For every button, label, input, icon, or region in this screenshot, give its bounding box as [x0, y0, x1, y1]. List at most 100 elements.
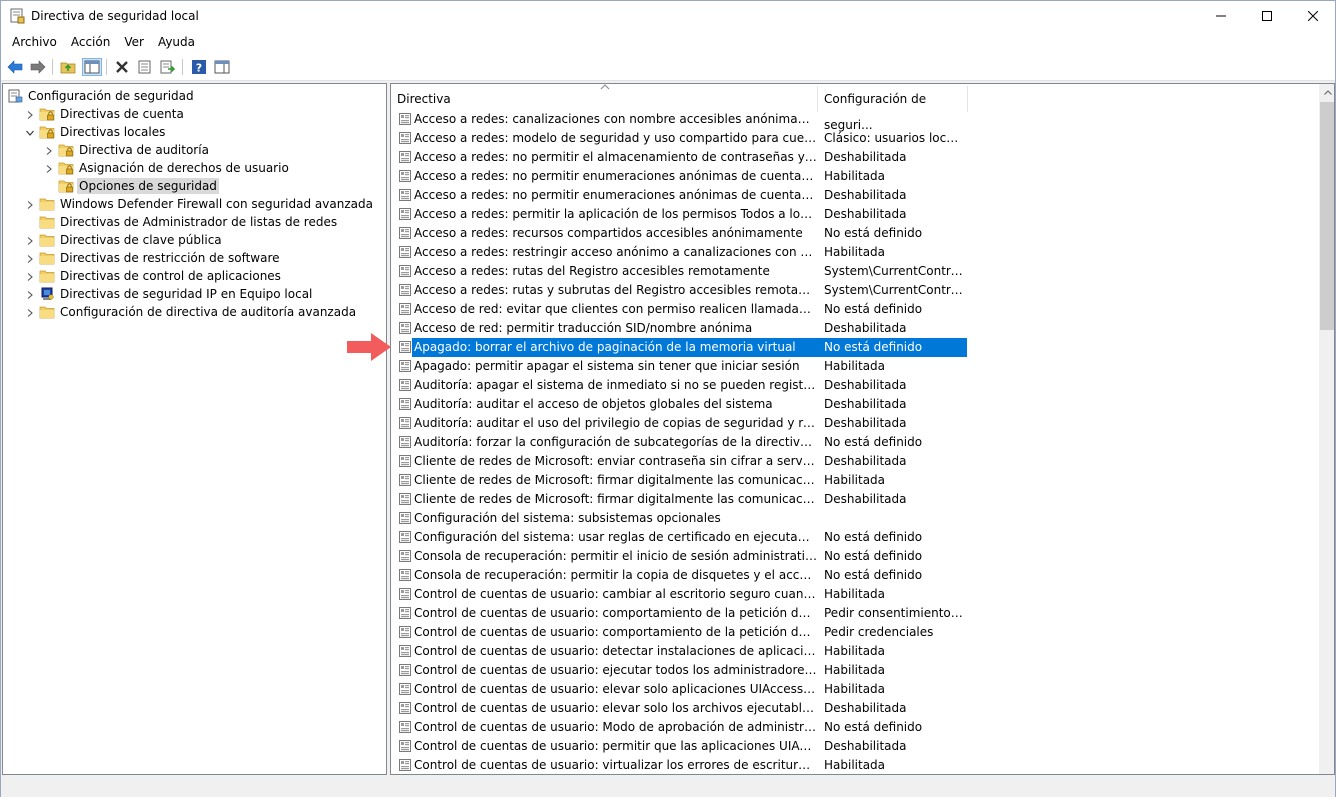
delete-button[interactable]: [112, 58, 132, 76]
policy-name: Acceso a redes: recursos compartidos acc…: [414, 226, 803, 240]
column-header-configuracion[interactable]: Configuración de seguri...: [818, 86, 968, 132]
table-row-selected[interactable]: Apagado: borrar el archivo de paginación…: [391, 338, 1319, 357]
table-row[interactable]: Control de cuentas de usuario: elevar so…: [391, 699, 1319, 718]
table-row[interactable]: Control de cuentas de usuario: permitir …: [391, 737, 1319, 756]
table-row[interactable]: Control de cuentas de usuario: virtualiz…: [391, 756, 1319, 774]
help-button[interactable]: ?: [189, 58, 209, 76]
policy-setting: Deshabilitada: [824, 701, 907, 715]
tree-node[interactable]: Directivas de Administrador de listas de…: [25, 213, 339, 231]
chevron-right-icon[interactable]: [44, 145, 54, 155]
properties-button[interactable]: [135, 58, 155, 76]
scroll-up-button[interactable]: [1319, 84, 1334, 101]
tree-node[interactable]: Configuración de seguridad: [7, 87, 196, 105]
column-header-directiva[interactable]: Directiva: [391, 86, 818, 112]
table-row[interactable]: Control de cuentas de usuario: comportam…: [391, 604, 1319, 623]
tree-node[interactable]: Directivas de seguridad IP en Equipo loc…: [25, 285, 314, 303]
tree-node-label: Configuración de directiva de auditoría …: [60, 305, 357, 319]
chevron-right-icon[interactable]: [25, 307, 35, 317]
table-row[interactable]: Acceso de red: evitar que clientes con p…: [391, 300, 1319, 319]
table-row[interactable]: Control de cuentas de usuario: elevar so…: [391, 680, 1319, 699]
chevron-right-icon[interactable]: [25, 289, 35, 299]
maximize-button[interactable]: [1244, 1, 1290, 31]
table-row[interactable]: Acceso a redes: modelo de seguridad y us…: [391, 129, 1319, 148]
forward-button[interactable]: [28, 58, 48, 76]
menu-accion[interactable]: Acción: [64, 31, 117, 54]
action-pane-button[interactable]: [212, 58, 232, 76]
table-row[interactable]: Auditoría: forzar la configuración de su…: [391, 433, 1319, 452]
table-row[interactable]: Auditoría: auditar el acceso de objetos …: [391, 395, 1319, 414]
chevron-right-icon[interactable]: [44, 163, 54, 173]
policy-icon: [398, 454, 412, 468]
show-hide-tree-button[interactable]: [82, 58, 102, 76]
table-row[interactable]: Control de cuentas de usuario: comportam…: [391, 623, 1319, 642]
policy-setting: No está definido: [824, 226, 923, 240]
back-button[interactable]: [5, 58, 25, 76]
table-row[interactable]: Cliente de redes de Microsoft: firmar di…: [391, 490, 1319, 509]
policy-name: Configuración del sistema: subsistemas o…: [414, 511, 721, 525]
minimize-button[interactable]: [1198, 1, 1244, 31]
policy-name: Acceso a redes: restringir acceso anónim…: [414, 245, 817, 259]
tree-node[interactable]: Opciones de seguridad: [44, 177, 219, 195]
table-row[interactable]: Acceso de red: permitir traducción SID/n…: [391, 319, 1319, 338]
table-row[interactable]: Acceso a redes: permitir la aplicación d…: [391, 205, 1319, 224]
table-row[interactable]: Auditoría: auditar el uso del privilegio…: [391, 414, 1319, 433]
policy-icon: [398, 207, 412, 221]
table-row[interactable]: Acceso a redes: recursos compartidos acc…: [391, 224, 1319, 243]
table-row[interactable]: Acceso a redes: rutas del Registro acces…: [391, 262, 1319, 281]
policy-icon: [398, 701, 412, 715]
table-row[interactable]: Control de cuentas de usuario: cambiar a…: [391, 585, 1319, 604]
menu-archivo[interactable]: Archivo: [5, 31, 64, 54]
export-list-button[interactable]: [158, 58, 178, 76]
ip-security-icon: [39, 287, 55, 301]
policy-icon: [398, 131, 412, 145]
tree-node[interactable]: Directivas locales: [25, 123, 167, 141]
tree-node[interactable]: Directiva de auditoría: [44, 141, 211, 159]
policy-setting: No está definido: [824, 568, 923, 582]
tree-node[interactable]: Windows Defender Firewall con seguridad …: [25, 195, 375, 213]
locked-folder-icon: [58, 179, 74, 193]
table-row[interactable]: Apagado: permitir apagar el sistema sin …: [391, 357, 1319, 376]
table-row[interactable]: Acceso a redes: no permitir enumeracione…: [391, 167, 1319, 186]
table-row[interactable]: Acceso a redes: restringir acceso anónim…: [391, 243, 1319, 262]
table-row[interactable]: Consola de recuperación: permitir la cop…: [391, 566, 1319, 585]
table-row[interactable]: Auditoría: apagar el sistema de inmediat…: [391, 376, 1319, 395]
policy-setting: System\CurrentControlS...: [824, 264, 964, 278]
table-row[interactable]: Consola de recuperación: permitir el ini…: [391, 547, 1319, 566]
policy-list[interactable]: Directiva Configuración de seguri... Acc…: [390, 83, 1335, 775]
vertical-scrollbar[interactable]: [1319, 84, 1334, 774]
table-row[interactable]: Acceso a redes: canalizaciones con nombr…: [391, 110, 1319, 129]
close-button[interactable]: [1290, 1, 1336, 31]
chevron-right-icon[interactable]: [25, 253, 35, 263]
chevron-right-icon[interactable]: [25, 199, 35, 209]
policy-name: Control de cuentas de usuario: elevar so…: [414, 701, 817, 715]
table-row[interactable]: Acceso a redes: rutas y subrutas del Reg…: [391, 281, 1319, 300]
chevron-down-icon[interactable]: [25, 127, 35, 137]
chevron-right-icon[interactable]: [25, 235, 35, 245]
table-row[interactable]: Acceso a redes: no permitir enumeracione…: [391, 186, 1319, 205]
policy-setting: Deshabilitada: [824, 416, 907, 430]
up-level-button[interactable]: [58, 58, 78, 76]
chevron-right-icon[interactable]: [25, 271, 35, 281]
chevron-right-icon[interactable]: [25, 109, 35, 119]
tree-node[interactable]: Configuración de directiva de auditoría …: [25, 303, 358, 321]
scrollbar-thumb[interactable]: [1320, 102, 1334, 330]
tree-node[interactable]: Directivas de cuenta: [25, 105, 186, 123]
tree-node[interactable]: Directivas de restricción de software: [25, 249, 282, 267]
table-row[interactable]: Cliente de redes de Microsoft: firmar di…: [391, 471, 1319, 490]
table-row[interactable]: Configuración del sistema: usar reglas d…: [391, 528, 1319, 547]
table-row[interactable]: Cliente de redes de Microsoft: enviar co…: [391, 452, 1319, 471]
policy-setting: No está definido: [824, 302, 923, 316]
table-row[interactable]: Control de cuentas de usuario: detectar …: [391, 642, 1319, 661]
table-row[interactable]: Acceso a redes: no permitir el almacenam…: [391, 148, 1319, 167]
policy-name: Control de cuentas de usuario: elevar so…: [414, 682, 817, 696]
table-row[interactable]: Configuración del sistema: subsistemas o…: [391, 509, 1319, 528]
menu-ayuda[interactable]: Ayuda: [151, 31, 202, 54]
tree-node[interactable]: Directivas de clave pública: [25, 231, 224, 249]
console-tree[interactable]: Configuración de seguridad Directivas de …: [2, 83, 387, 775]
tree-node-label: Directivas locales: [60, 125, 166, 139]
tree-node[interactable]: Directivas de control de aplicaciones: [25, 267, 283, 285]
tree-node[interactable]: Asignación de derechos de usuario: [44, 159, 291, 177]
menu-ver[interactable]: Ver: [117, 31, 151, 54]
table-row[interactable]: Control de cuentas de usuario: ejecutar …: [391, 661, 1319, 680]
table-row[interactable]: Control de cuentas de usuario: Modo de a…: [391, 718, 1319, 737]
